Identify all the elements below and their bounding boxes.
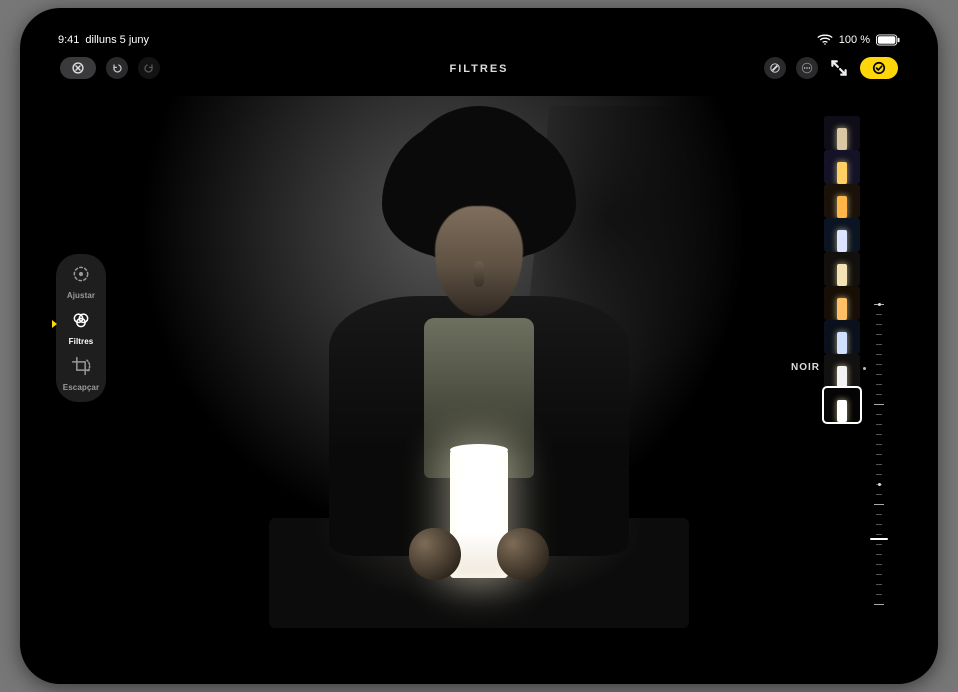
slider-tick	[874, 604, 884, 605]
battery-icon	[876, 34, 900, 46]
redo-button[interactable]	[138, 57, 160, 79]
slider-dot	[878, 483, 881, 486]
markup-button[interactable]	[764, 57, 786, 79]
filter-thumb-dramatic-warm[interactable]	[824, 286, 860, 320]
filter-thumb-original[interactable]	[824, 116, 860, 150]
mode-crop-button[interactable]: Escapçar	[60, 356, 102, 392]
filter-thumbnails	[824, 116, 860, 422]
status-date: dilluns 5 juny	[85, 34, 149, 46]
top-toolbar: FILTRES	[36, 54, 922, 82]
slider-tick	[876, 364, 882, 365]
slider-tick	[876, 574, 882, 575]
slider-tick	[876, 514, 882, 515]
slider-tick	[876, 464, 882, 465]
intensity-slider[interactable]	[870, 304, 888, 604]
thumb-candle	[837, 196, 847, 218]
slider-tick	[876, 394, 882, 395]
filters-icon	[71, 310, 91, 335]
selected-filter-label: NOIR	[791, 362, 820, 373]
thumb-mini	[824, 286, 860, 320]
thumb-mini	[824, 150, 860, 184]
slider-tick	[874, 404, 884, 405]
slider-tick	[876, 384, 882, 385]
subject-nose	[474, 261, 484, 287]
wifi-icon	[817, 34, 833, 46]
slider-tick	[876, 354, 882, 355]
slider-tick	[876, 554, 882, 555]
slider-tick	[876, 524, 882, 525]
slider-tick	[876, 534, 882, 535]
filter-thumb-vivid[interactable]	[824, 150, 860, 184]
mode-adjust-button[interactable]: Ajustar	[60, 264, 102, 300]
status-time: 9:41	[58, 34, 79, 46]
slider-tick	[876, 324, 882, 325]
thumb-candle	[837, 400, 847, 422]
slider-tick	[876, 314, 882, 315]
slider-tick	[876, 584, 882, 585]
thumb-candle	[837, 162, 847, 184]
mode-label: Ajustar	[67, 291, 95, 300]
thumb-mini	[824, 218, 860, 252]
slider-tick	[876, 564, 882, 565]
slider-tick	[876, 374, 882, 375]
filter-thumb-dramatic[interactable]	[824, 252, 860, 286]
slider-tick	[876, 474, 882, 475]
slider-tick	[876, 414, 882, 415]
slider-tick	[876, 494, 882, 495]
thumb-mini	[824, 252, 860, 286]
hand-left	[409, 528, 461, 580]
ipad-frame: 9:41 dilluns 5 juny 100 %	[20, 8, 938, 684]
slider-tick	[876, 344, 882, 345]
adjust-icon	[71, 264, 91, 289]
slider-tick	[874, 504, 884, 505]
photo-preview[interactable]	[126, 96, 832, 628]
thumb-candle	[837, 128, 847, 150]
thumb-mini	[824, 116, 860, 150]
thumb-candle	[837, 230, 847, 252]
slider-tick	[876, 444, 882, 445]
filter-thumb-noir[interactable]	[824, 388, 860, 422]
screen: 9:41 dilluns 5 juny 100 %	[36, 24, 922, 668]
crop-icon	[71, 356, 91, 381]
thumb-mini	[824, 320, 860, 354]
slider-tick	[876, 434, 882, 435]
fullscreen-button[interactable]	[828, 57, 850, 79]
slider-tick	[876, 594, 882, 595]
status-bar: 9:41 dilluns 5 juny 100 %	[36, 30, 922, 50]
filter-thumb-vivid-warm[interactable]	[824, 184, 860, 218]
slider-tick	[876, 424, 882, 425]
mode-label: Filtres	[69, 337, 94, 346]
thumb-mini	[824, 388, 860, 422]
subject-hands	[409, 528, 549, 588]
thumb-candle	[837, 366, 847, 388]
filter-thumb-vivid-cool[interactable]	[824, 218, 860, 252]
filter-thumb-dramatic-cool[interactable]	[824, 320, 860, 354]
hand-right	[497, 528, 549, 580]
done-button[interactable]	[860, 57, 898, 79]
mode-filters-button[interactable]: Filtres	[60, 310, 102, 346]
thumb-mini	[824, 354, 860, 388]
slider-tick	[876, 334, 882, 335]
thumb-mini	[824, 184, 860, 218]
slider-tick	[876, 544, 882, 545]
status-battery-text: 100 %	[839, 34, 870, 46]
thumb-candle	[837, 264, 847, 286]
filter-thumb-mono[interactable]	[824, 354, 860, 388]
mode-label: Escapçar	[63, 383, 99, 392]
thumb-candle	[837, 332, 847, 354]
page-title: FILTRES	[449, 63, 508, 75]
slider-dot	[878, 303, 881, 306]
more-button[interactable]	[796, 57, 818, 79]
slider-knob[interactable]	[870, 538, 888, 540]
filter-tick-dots	[863, 367, 866, 370]
cancel-button[interactable]	[60, 57, 96, 79]
undo-button[interactable]	[106, 57, 128, 79]
slider-tick	[876, 454, 882, 455]
mode-palette: Ajustar Filtres Escapçar	[56, 254, 106, 402]
thumb-candle	[837, 298, 847, 320]
